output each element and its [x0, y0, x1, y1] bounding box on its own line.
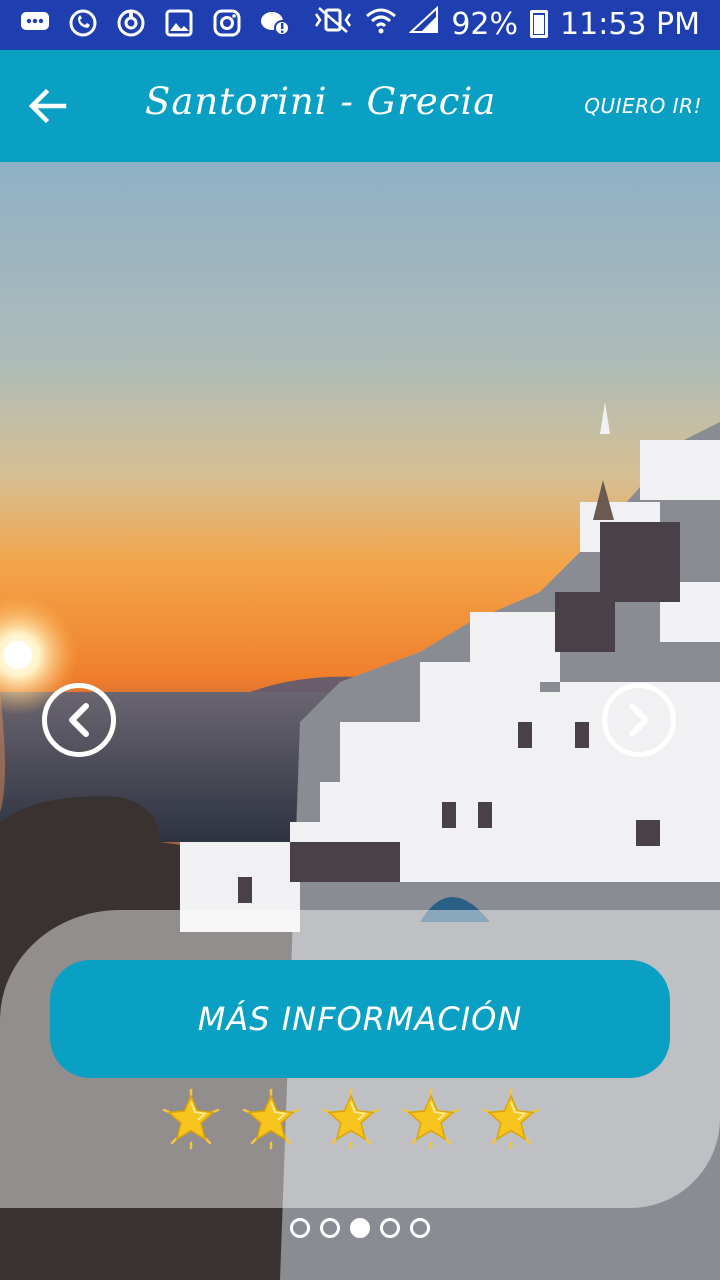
page-title: Santorini - Grecia [145, 80, 497, 123]
chat-bubble-icon [20, 8, 50, 38]
carousel-dot[interactable] [410, 1218, 430, 1238]
carousel-prev-button[interactable] [42, 683, 116, 757]
chevron-right-icon [629, 703, 649, 737]
instagram-icon [212, 8, 242, 38]
star-icon [240, 1088, 302, 1150]
signal-icon [408, 5, 439, 42]
battery-text: 92% [451, 6, 519, 42]
carousel-dot[interactable] [320, 1218, 340, 1238]
quiero-ir-button[interactable]: QUIERO IR! [584, 94, 702, 118]
carousel-dot[interactable] [350, 1218, 370, 1238]
clock-text: 11:53 PM [560, 6, 700, 42]
star-icon [320, 1088, 382, 1150]
sync-icon [116, 8, 146, 38]
whatsapp-icon [68, 8, 98, 38]
wifi-icon [365, 6, 397, 42]
carousel-dot[interactable] [380, 1218, 400, 1238]
chat-alert-icon [260, 8, 290, 38]
star-icon [400, 1088, 462, 1150]
status-bar: 92% 11:53 PM [0, 0, 720, 50]
rating-stars [160, 1088, 542, 1150]
star-icon [160, 1088, 222, 1150]
carousel-indicator [290, 1218, 430, 1238]
gallery-icon [164, 8, 194, 38]
vibrate-icon [313, 6, 353, 42]
destination-photo: MÁS INFORMACIÓN [0, 162, 720, 1280]
carousel-next-button[interactable] [602, 683, 676, 757]
more-info-label: MÁS INFORMACIÓN [197, 1000, 523, 1038]
app-toolbar: Santorini - Grecia QUIERO IR! [0, 50, 720, 162]
chevron-left-icon [69, 703, 89, 737]
carousel-dot[interactable] [290, 1218, 310, 1238]
arrow-left-icon [28, 88, 67, 124]
star-icon [480, 1088, 542, 1150]
back-button[interactable] [26, 84, 70, 128]
more-info-button[interactable]: MÁS INFORMACIÓN [50, 960, 670, 1078]
battery-icon [530, 10, 549, 38]
